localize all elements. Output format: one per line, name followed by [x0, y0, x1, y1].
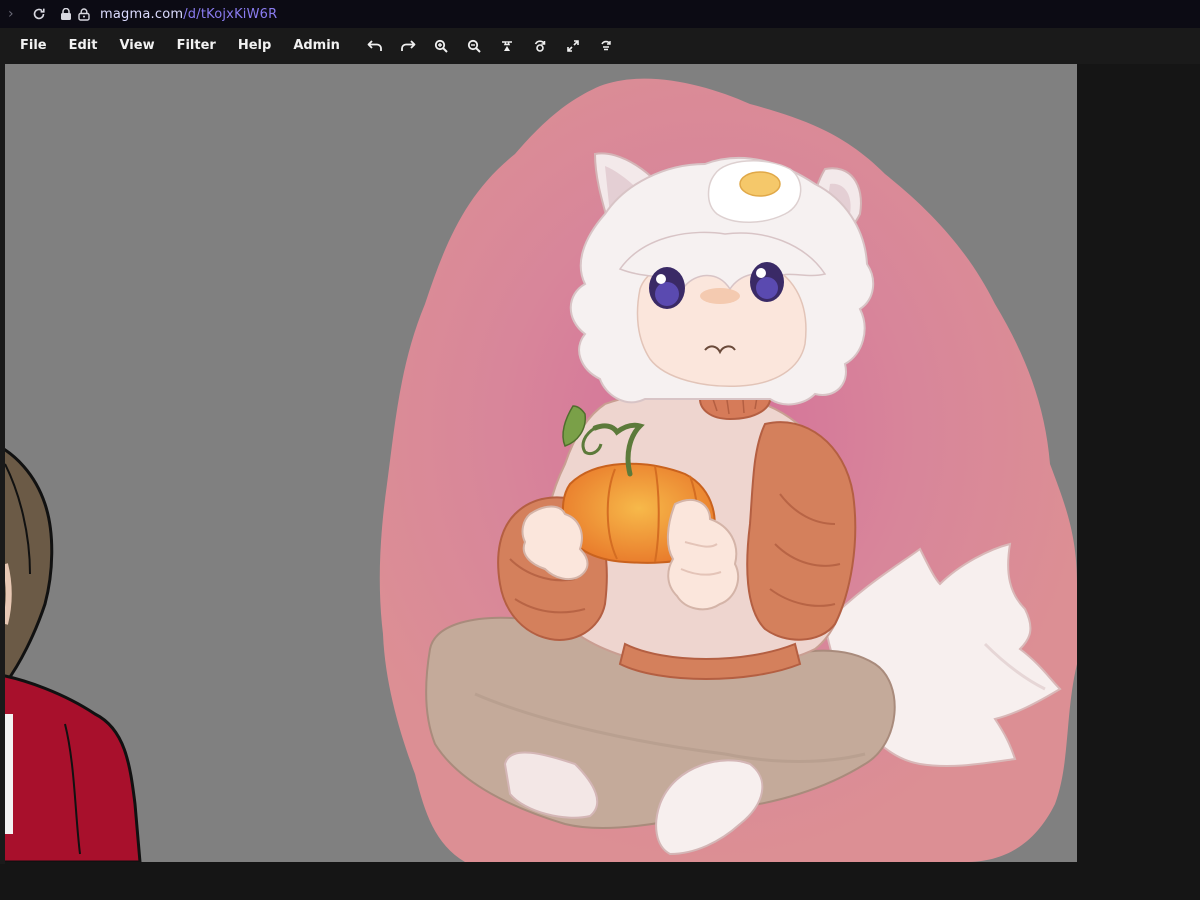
- menu-filter[interactable]: Filter: [166, 28, 227, 64]
- url-host: magma.com: [100, 6, 184, 22]
- app-menubar: File Edit View Filter Help Admin: [0, 28, 1200, 64]
- menu-edit[interactable]: Edit: [58, 28, 109, 64]
- drawing-canvas[interactable]: [5, 64, 1077, 862]
- redo-icon[interactable]: [396, 34, 420, 58]
- url-field[interactable]: magma.com/d/tKojxKiW6R: [100, 7, 277, 22]
- fullscreen-icon[interactable]: [561, 34, 585, 58]
- browser-address-bar: › magma.com/d/tKojxKiW6R: [0, 0, 1200, 28]
- artwork: [5, 78, 1077, 862]
- site-settings-icon[interactable]: [60, 7, 72, 21]
- site-security[interactable]: [60, 7, 90, 21]
- zoom-in-icon[interactable]: [429, 34, 453, 58]
- toolbar-icons: [359, 34, 623, 58]
- lock-icon[interactable]: [78, 7, 90, 21]
- reset-view-icon[interactable]: [495, 34, 519, 58]
- menu-view[interactable]: View: [108, 28, 165, 64]
- url-path: /d/tKojxKiW6R: [183, 6, 278, 22]
- menu-admin[interactable]: Admin: [282, 28, 351, 64]
- menu-help[interactable]: Help: [227, 28, 282, 64]
- head: [569, 152, 875, 406]
- second-character: [5, 448, 142, 862]
- undo-icon[interactable]: [363, 34, 387, 58]
- zoom-out-icon[interactable]: [462, 34, 486, 58]
- forward-icon[interactable]: ›: [8, 6, 24, 22]
- mirror-icon[interactable]: [594, 34, 618, 58]
- reload-icon[interactable]: [32, 7, 46, 21]
- menu-file[interactable]: File: [9, 28, 58, 64]
- rotate-icon[interactable]: [528, 34, 552, 58]
